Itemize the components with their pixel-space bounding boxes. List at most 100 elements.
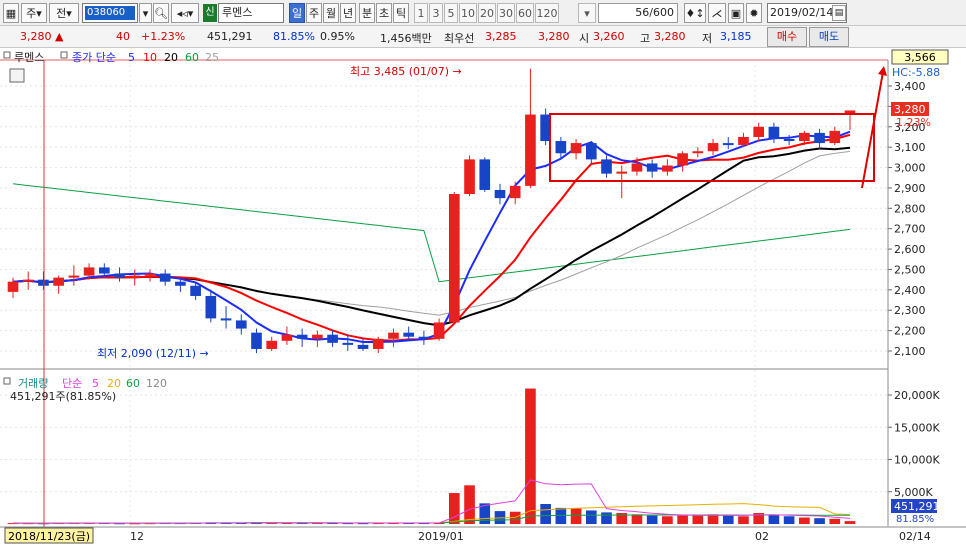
candle-body [68, 275, 80, 278]
crosshair-icon[interactable]: ⋌ [708, 3, 726, 23]
ma5-label: 5 [128, 51, 135, 64]
x-tick-02: 02 [755, 530, 769, 543]
volume-bar [677, 515, 688, 524]
buy-button[interactable]: 매수 [767, 27, 807, 47]
gear-icon[interactable]: ✹ [746, 3, 762, 23]
current-pct-tag: 1.23% [896, 116, 931, 129]
turnover-value: 0.95% [320, 30, 355, 43]
price-tick-label: 2,900 [894, 182, 926, 195]
volume-bar [570, 508, 582, 524]
period-day-button[interactable]: 일 [289, 3, 305, 23]
period-year-button[interactable]: 년 [340, 3, 356, 23]
indicator-label: 종가 단순 [72, 51, 116, 64]
stock-code-input[interactable]: 038060 [82, 3, 138, 23]
candle-body [768, 126, 780, 139]
change-pct: +1.23% [141, 30, 186, 43]
candle-body [509, 185, 521, 199]
candle-body [114, 273, 125, 278]
interval-60-button[interactable]: 60 [516, 3, 534, 23]
history-icon[interactable]: ◂◃▾ [171, 3, 199, 23]
interval-3-button[interactable]: 3 [429, 3, 443, 23]
candle-body [251, 332, 262, 349]
candle-body [464, 159, 475, 195]
price-tick-label: 3,100 [894, 141, 926, 154]
interval-30-button[interactable]: 30 [497, 3, 515, 23]
price-tick-label: 3,400 [894, 80, 926, 93]
candle-body [312, 334, 323, 339]
volume-ratio: 81.85% [273, 30, 315, 43]
chart-background [0, 48, 966, 549]
volume-bar [814, 518, 825, 524]
candle-body [631, 163, 643, 172]
period-select-2-label: 전 [56, 7, 67, 20]
volume-bar [783, 516, 795, 524]
candle-body [555, 141, 567, 154]
candle-body [53, 277, 64, 286]
vol-ma60-label: 60 [126, 377, 140, 390]
candle-body [190, 285, 201, 296]
current-price-value: 3,280 [20, 30, 52, 43]
stock-name-field[interactable]: 루멘스 [218, 3, 284, 23]
ma10-label: 10 [143, 51, 157, 64]
volume-bar [646, 515, 658, 524]
candle-body [175, 281, 186, 286]
quote-bar: 3,280 ▲ 40 +1.23% 451,291 81.85% 0.95% 1… [0, 26, 966, 48]
toolbar: ▦ 주 ▾ 전 ▾ 038060 ▾ 🔍︎ ◂◃▾ 신 루멘스 일 주 월 년 분 … [0, 0, 966, 26]
current-price: 3,280 ▲ [20, 30, 63, 43]
calendar-icon[interactable]: ▤ [832, 5, 846, 21]
sell-button[interactable]: 매도 [809, 27, 849, 47]
volume-tags: 451,291 81.85% [891, 499, 940, 525]
price-tick-label: 2,800 [894, 202, 926, 215]
candle-body [98, 267, 110, 274]
volume-note: 451,291주(81.85%) [10, 390, 116, 403]
chart-tool-icon[interactable]: ♦↕ [684, 3, 706, 23]
period-week-button[interactable]: 주 [306, 3, 322, 23]
volume-value: 451,291 [207, 30, 253, 43]
period-tick-button[interactable]: 틱 [393, 3, 409, 23]
current-price-tag-value: 3,280 [894, 103, 926, 116]
price-tick-label: 2,200 [894, 325, 926, 338]
layout-icon[interactable]: ▦ [3, 3, 19, 23]
candle-body [783, 139, 795, 142]
candle-body [677, 153, 688, 166]
high-value: 3,280 [654, 30, 686, 43]
volume-tick-label: 15,000K [894, 421, 940, 434]
candle-body [616, 171, 628, 174]
interval-5-button[interactable]: 5 [444, 3, 458, 23]
stock-chart[interactable]: 2,100 2,200 2,300 2,400 2,500 2,600 2,700 2,800… [0, 48, 966, 549]
candle-body [494, 189, 506, 199]
interval-dropdown[interactable]: ▾ [578, 3, 596, 23]
interval-120-button[interactable]: 120 [535, 3, 559, 23]
ma25-label: 25 [205, 51, 219, 64]
period-second-button[interactable]: 초 [376, 3, 392, 23]
candle-body [22, 279, 34, 282]
period-minute-button[interactable]: 분 [359, 3, 375, 23]
search-icon[interactable]: 🔍︎ [153, 3, 169, 23]
period-month-button[interactable]: 월 [323, 3, 339, 23]
interval-10-button[interactable]: 10 [459, 3, 477, 23]
save-icon[interactable]: ▣ [728, 3, 744, 23]
code-dropdown-icon[interactable]: ▾ [139, 3, 152, 23]
price-tick-label: 3,000 [894, 162, 926, 175]
candle-body [722, 143, 734, 146]
calculator-icon[interactable] [9, 68, 25, 83]
period-select-1[interactable]: 주 ▾ [21, 3, 47, 23]
price-panel-name: 루멘스 [14, 51, 44, 64]
count-field[interactable]: 56/600 [598, 3, 678, 23]
candle-body [220, 318, 232, 321]
volume-panel-title: 거래량 [18, 377, 48, 390]
best-bid-label: 최우선 [444, 32, 475, 45]
candle-body [601, 159, 612, 174]
price-tick-label: 2,700 [894, 223, 926, 236]
high-label: 고 [640, 32, 651, 45]
period-select-2[interactable]: 전 ▾ [49, 3, 79, 23]
price-tick-label: 2,600 [894, 243, 926, 256]
low-label: 저 [702, 32, 713, 45]
open-value: 3,260 [593, 30, 625, 43]
best-ask-value: 3,285 [485, 30, 517, 43]
candle-body [296, 334, 308, 339]
interval-1-button[interactable]: 1 [414, 3, 428, 23]
stock-code-value: 038060 [85, 6, 135, 20]
candle-body [235, 320, 247, 329]
interval-20-button[interactable]: 20 [478, 3, 496, 23]
